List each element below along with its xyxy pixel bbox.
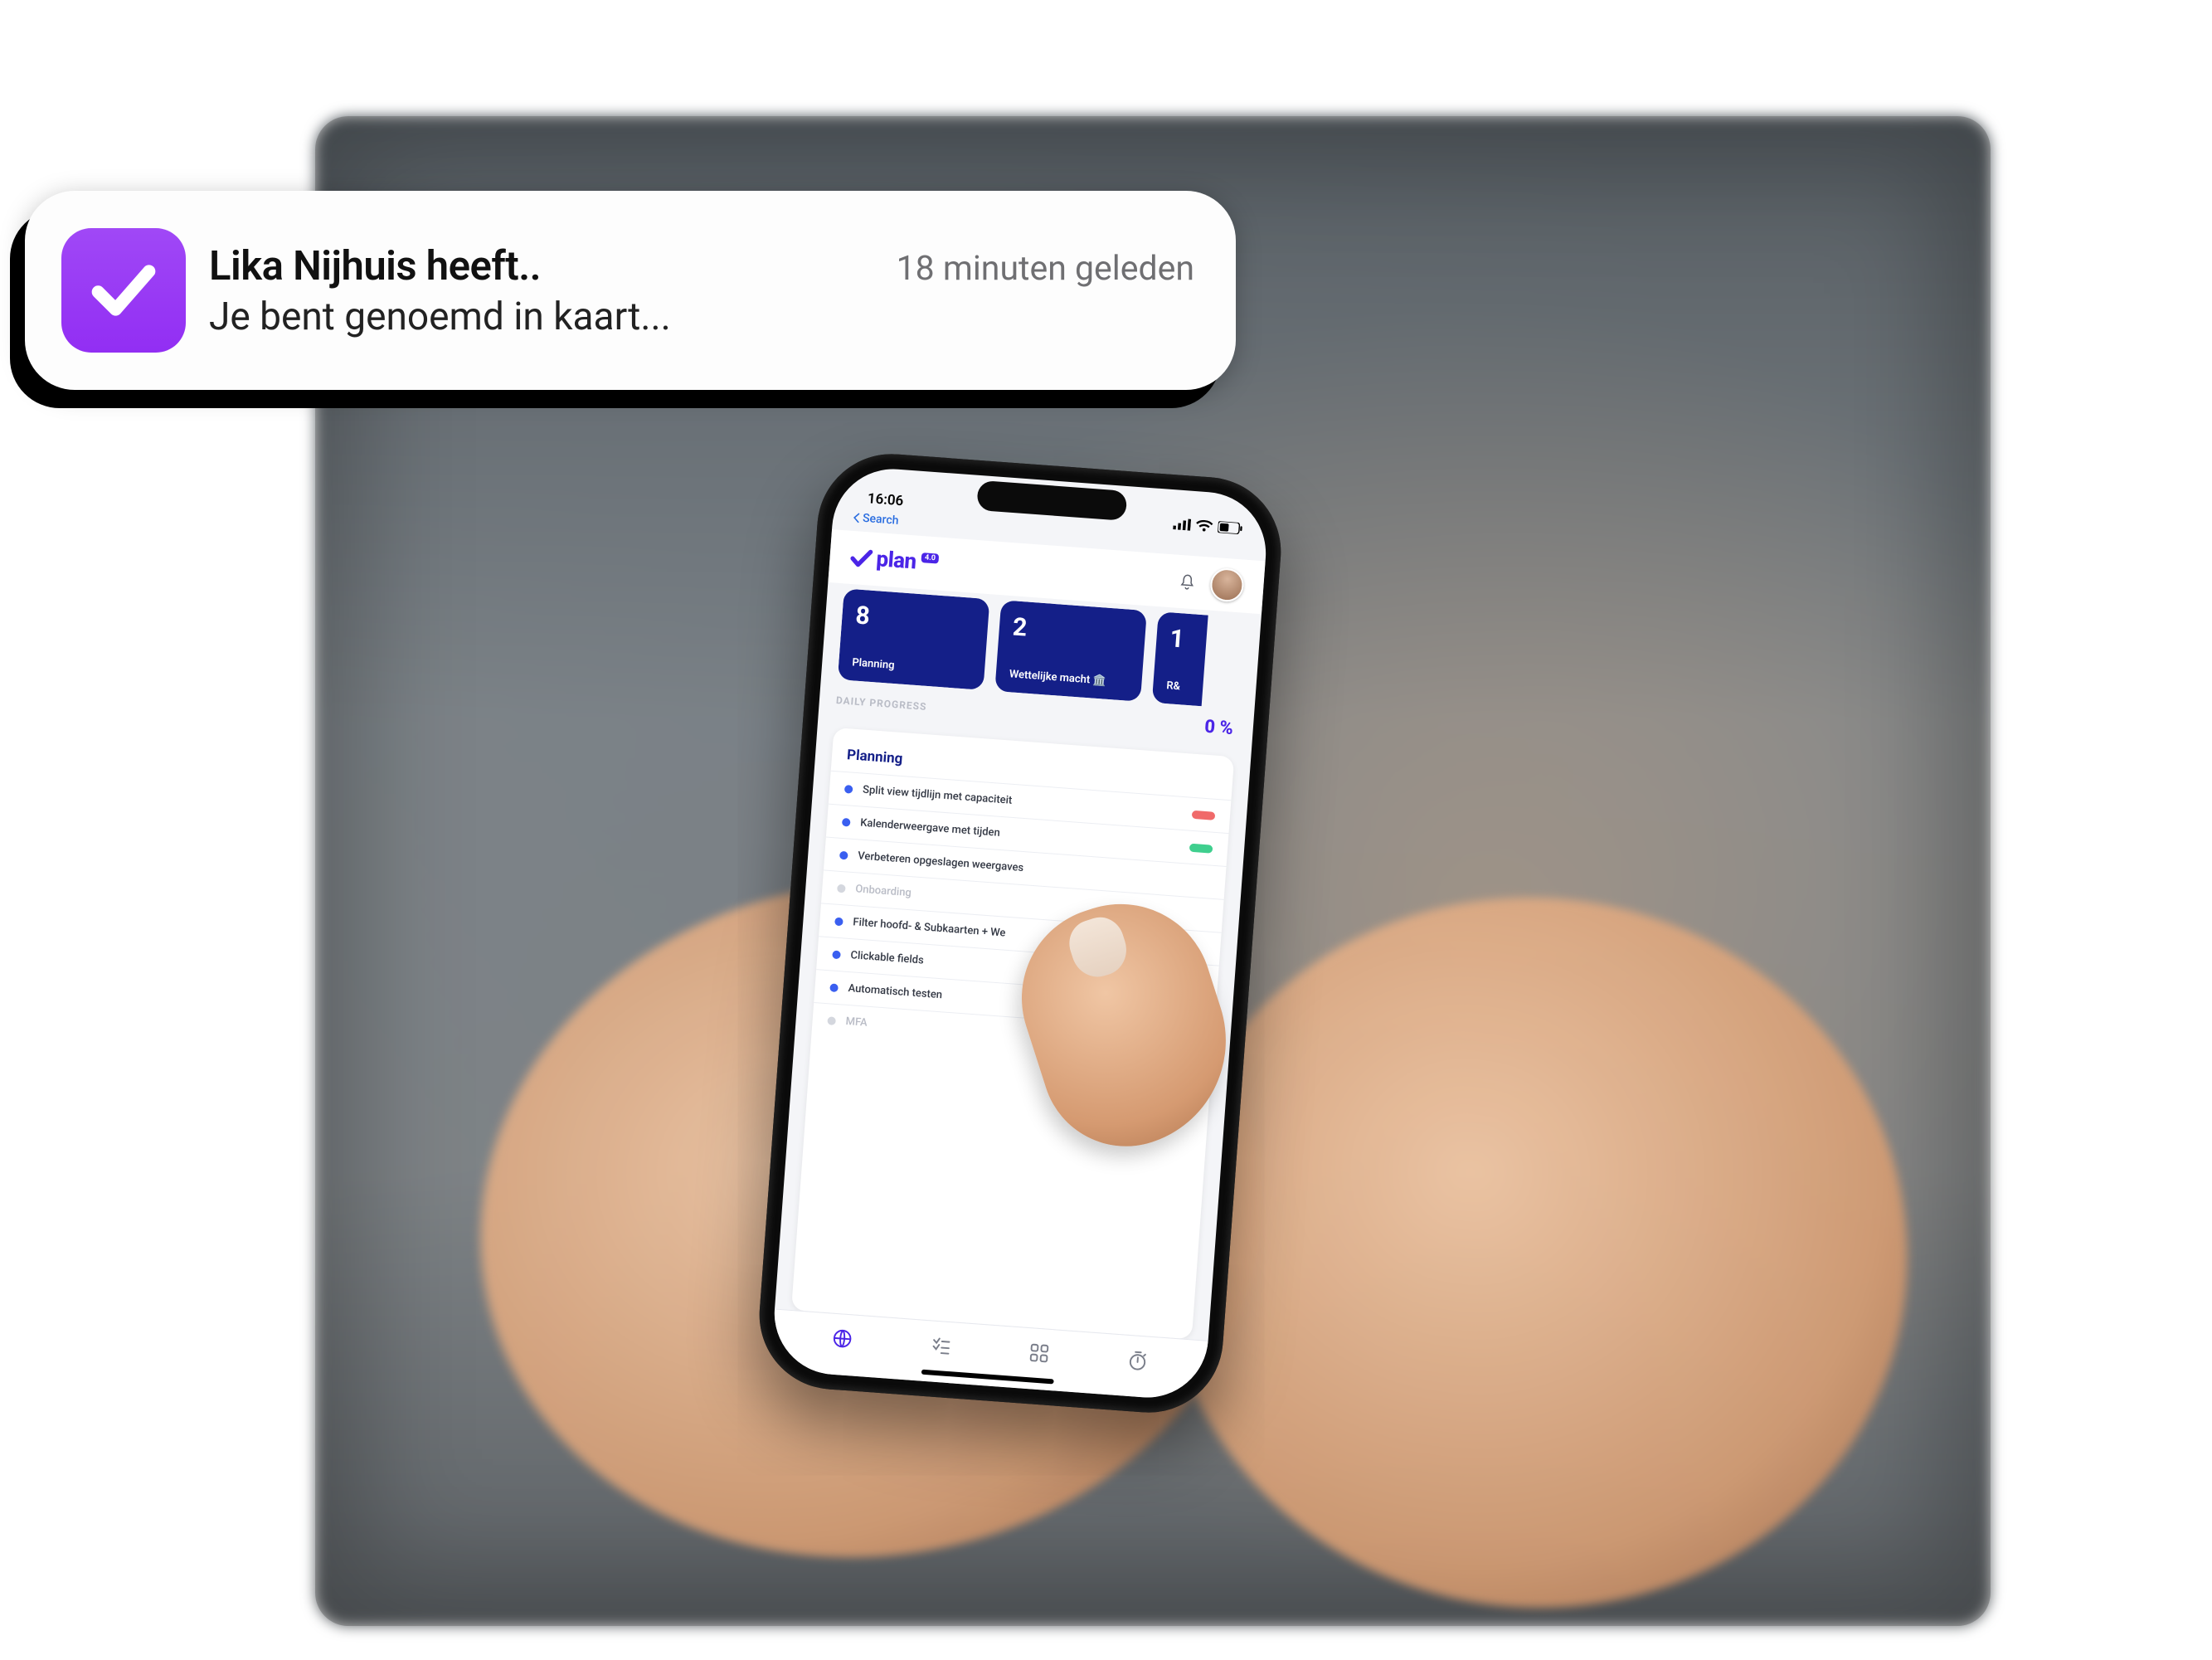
tile-label: Planning <box>852 656 972 678</box>
status-dot-icon <box>834 917 843 926</box>
nav-checklist[interactable] <box>926 1331 955 1360</box>
status-dot-icon <box>832 950 841 959</box>
battery-icon <box>1218 521 1243 534</box>
progress-value: 0 % <box>1203 717 1233 739</box>
grid-icon <box>1028 1341 1051 1365</box>
logo-check-icon <box>849 546 874 571</box>
tile-label: R& <box>1166 679 1203 694</box>
checklist-icon <box>929 1334 952 1357</box>
signal-icon <box>1173 518 1191 531</box>
tile-wettelijke-macht[interactable]: 2 Wettelijke macht 🏛️ <box>994 600 1147 702</box>
status-dot-icon <box>827 1016 836 1025</box>
nav-grid[interactable] <box>1024 1338 1053 1366</box>
logo-badge: 4.0 <box>921 553 940 564</box>
status-dot-icon <box>842 817 851 826</box>
status-dot-icon <box>837 884 846 893</box>
tile-label: Wettelijke macht 🏛️ <box>1009 668 1129 689</box>
app-icon <box>61 228 186 353</box>
nav-globe[interactable] <box>828 1324 856 1352</box>
status-dot-icon <box>839 850 848 859</box>
back-search-link[interactable]: Search <box>853 511 899 528</box>
phone-screen: 16:06 Search plan 4.0 <box>771 465 1271 1401</box>
tile-planning[interactable]: 8 Planning <box>838 588 990 690</box>
notification-title: Lika Nijhuis heeft.. <box>209 242 541 290</box>
app-logo[interactable]: plan 4.0 <box>849 545 940 577</box>
tile-value: 1 <box>1169 624 1207 655</box>
chevron-left-icon <box>853 513 862 523</box>
back-search-label: Search <box>863 512 899 528</box>
status-time: 16:06 <box>867 490 904 509</box>
wifi-icon <box>1195 519 1213 533</box>
checkmark-icon <box>85 252 162 329</box>
tile-partial[interactable]: 1 R& <box>1152 611 1208 706</box>
priority-pill <box>1192 810 1216 820</box>
notifications-button[interactable] <box>1175 570 1200 595</box>
avatar[interactable] <box>1209 567 1245 603</box>
status-dot-icon <box>829 983 839 992</box>
bell-icon <box>1178 572 1198 592</box>
status-dot-icon <box>844 785 853 794</box>
priority-pill <box>1189 843 1213 853</box>
tile-value: 8 <box>854 601 975 638</box>
logo-text: plan <box>875 547 916 574</box>
notification-time: 18 minuten geleden <box>897 249 1199 289</box>
notification-toast[interactable]: Lika Nijhuis heeft.. 18 minuten geleden … <box>25 191 1236 390</box>
status-icons <box>1173 518 1243 534</box>
stopwatch-icon <box>1125 1348 1149 1371</box>
globe-icon <box>830 1327 853 1350</box>
notification-body: Je bent genoemd in kaart... <box>209 295 1199 339</box>
phone-mockup: 16:06 Search plan 4.0 <box>754 449 1286 1418</box>
nav-timer[interactable] <box>1123 1346 1151 1374</box>
progress-label: DAILY PROGRESS <box>836 694 927 713</box>
tile-value: 2 <box>1012 612 1133 650</box>
